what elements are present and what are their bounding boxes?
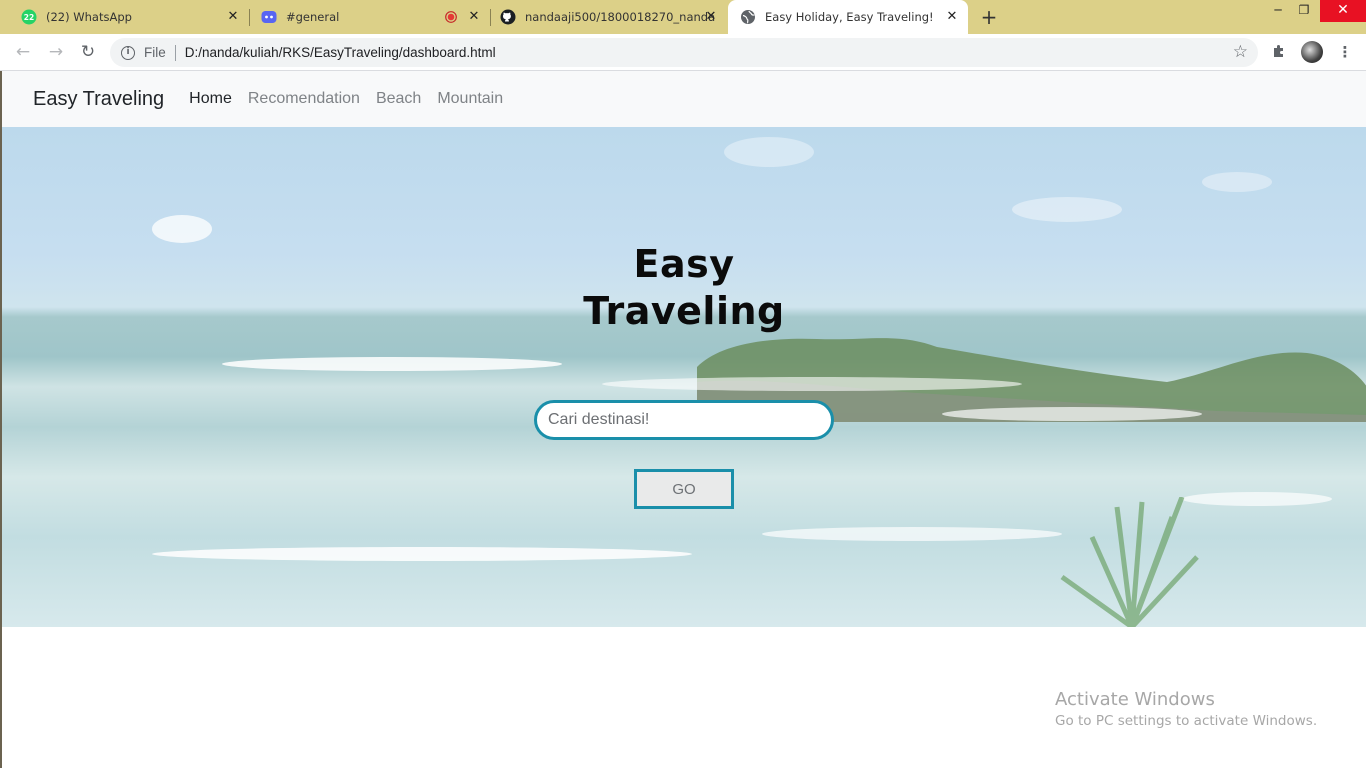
cloud-shape	[724, 137, 814, 167]
watermark-subtitle: Go to PC settings to activate Windows.	[1055, 713, 1318, 729]
tab-whatsapp[interactable]: 22 (22) WhatsApp ✕	[0, 0, 250, 34]
nav-link-mountain[interactable]: Mountain	[437, 90, 503, 108]
bookmark-star-icon[interactable]: ☆	[1233, 42, 1248, 62]
address-separator	[174, 44, 176, 61]
tab-badge: 22	[24, 13, 34, 22]
back-icon[interactable]: ←	[12, 41, 34, 63]
nav-link-home[interactable]: Home	[189, 90, 232, 108]
menu-kebab-icon[interactable]: ⋮	[1334, 41, 1356, 63]
url-text[interactable]: D:/nanda/kuliah/RKS/EasyTraveling/dashbo…	[185, 45, 496, 60]
close-tab-icon[interactable]: ✕	[944, 9, 960, 25]
activate-windows-watermark: Activate Windows Go to PC settings to ac…	[1055, 689, 1317, 729]
close-tab-icon[interactable]: ✕	[703, 9, 719, 25]
extensions-icon[interactable]	[1268, 41, 1290, 63]
new-tab-icon[interactable]: +	[978, 7, 1000, 29]
cloud-shape	[1202, 172, 1272, 192]
tab-title: nandaaji500/1800018270_nanda	[525, 10, 716, 24]
hero-title: Easy Traveling	[534, 241, 834, 335]
browser-toolbar: ← → ↻ i File D:/nanda/kuliah/RKS/EasyTra…	[0, 34, 1366, 71]
site-info-icon[interactable]: i	[121, 45, 135, 60]
wave-foam	[602, 377, 1022, 391]
cloud-shape	[1012, 197, 1122, 222]
tab-title: #general	[286, 10, 340, 24]
watermark-title: Activate Windows	[1055, 689, 1215, 710]
plant-leaves	[1060, 497, 1199, 627]
restore-icon[interactable]: ❐	[1289, 0, 1319, 22]
destination-search-input[interactable]	[534, 400, 834, 440]
close-window-icon[interactable]: ✕	[1320, 0, 1366, 22]
close-tab-icon[interactable]: ✕	[225, 9, 241, 25]
whatsapp-icon: 22	[21, 9, 37, 25]
address-bar[interactable]: i File D:/nanda/kuliah/RKS/EasyTraveling…	[110, 38, 1258, 67]
hero-title-line2: Traveling	[583, 289, 785, 333]
nav-link-beach[interactable]: Beach	[376, 90, 421, 108]
tab-title: (22) WhatsApp	[46, 10, 132, 24]
tab-strip: 22 (22) WhatsApp ✕ #general ✕ nandaaji50…	[0, 0, 1366, 34]
wave-foam	[222, 357, 562, 371]
tab-title: Easy Holiday, Easy Traveling!	[765, 10, 934, 24]
tab-github[interactable]: nandaaji500/1800018270_nanda ✕	[479, 0, 727, 34]
github-icon	[500, 9, 516, 25]
wave-foam	[152, 547, 692, 561]
wave-foam	[762, 527, 1062, 541]
cloud-shape	[152, 215, 212, 243]
recording-icon	[445, 11, 457, 23]
tab-easy-holiday[interactable]: Easy Holiday, Easy Traveling! ✕	[728, 0, 968, 34]
profile-avatar[interactable]	[1301, 41, 1323, 63]
hero-banner: Easy Traveling GO	[2, 127, 1366, 627]
reload-icon[interactable]: ↻	[77, 41, 99, 63]
go-button[interactable]: GO	[634, 469, 734, 509]
globe-icon	[741, 10, 755, 24]
forward-icon[interactable]: →	[45, 41, 67, 63]
hero-title-line1: Easy	[633, 242, 735, 286]
site-navbar: Easy Traveling Home Recomendation Beach …	[2, 71, 1366, 127]
nav-link-recomendation[interactable]: Recomendation	[248, 90, 360, 108]
discord-icon	[261, 11, 277, 23]
tab-discord[interactable]: #general ✕	[240, 0, 491, 34]
site-brand[interactable]: Easy Traveling	[33, 88, 164, 111]
wave-foam	[942, 407, 1202, 421]
page-viewport: Easy Traveling Home Recomendation Beach …	[0, 71, 1366, 768]
scheme-label: File	[144, 45, 166, 60]
